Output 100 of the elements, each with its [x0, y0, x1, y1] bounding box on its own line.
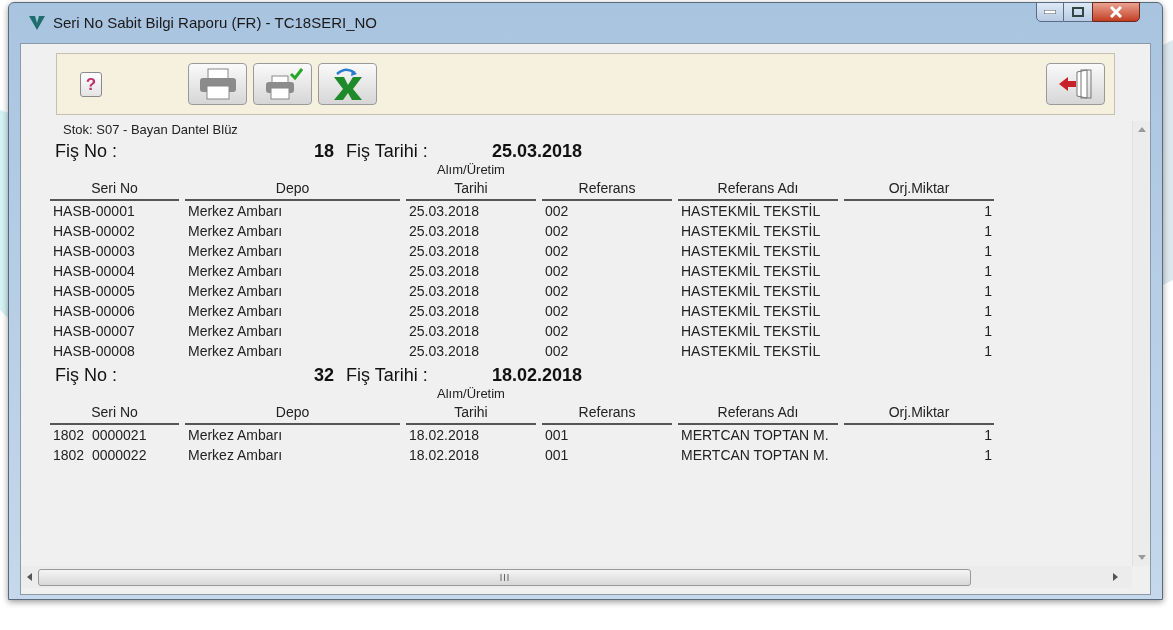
scroll-right-icon	[1113, 573, 1118, 581]
table-cell-text: HASB-00001	[52, 202, 136, 221]
column-header: Referans Adı	[678, 177, 838, 201]
table-cell-text: 1802 0000022	[52, 446, 148, 465]
table-cell-text: HASTEKMİL TEKSTİL	[680, 202, 822, 221]
table-cell-text: 002	[544, 222, 570, 241]
receipt-no-label: Fiş No :	[55, 364, 118, 387]
table-cell-text: 1	[983, 342, 993, 361]
scrollbar-thumb[interactable]	[38, 568, 971, 586]
table-cell-text: HASB-00006	[52, 302, 136, 321]
column-header: Tarihi	[406, 401, 536, 425]
column-header: Alım/Üretim	[436, 163, 506, 177]
close-icon	[1109, 6, 1123, 18]
table-cell-text: MERTCAN TOPTAN M.	[680, 446, 830, 465]
table-cell-text: HASTEKMİL TEKSTİL	[680, 342, 822, 361]
column-header: Tarihi	[406, 177, 536, 201]
table-cell-text: HASB-00007	[52, 322, 136, 341]
minimize-button[interactable]	[1036, 2, 1064, 22]
table-cell-text: 1	[983, 262, 993, 281]
printer-icon	[197, 68, 238, 100]
table-cell-text: MERTCAN TOPTAN M.	[680, 426, 830, 445]
print-button[interactable]	[188, 63, 247, 105]
help-button[interactable]: ?	[80, 71, 102, 97]
stock-label: Stok: S07 - Bayan Dantel Blüz	[62, 121, 239, 139]
scroll-down-icon	[1137, 555, 1146, 560]
table-cell-text: 002	[544, 202, 570, 221]
receipt-no-value: 32	[312, 364, 334, 387]
table-cell-text: 1	[983, 426, 993, 445]
table-cell-text: 25.03.2018	[408, 222, 481, 241]
table-cell-text: Merkez Ambarı	[187, 302, 284, 321]
column-header: Seri No	[50, 401, 179, 425]
table-cell-text: HASTEKMİL TEKSTİL	[680, 262, 822, 281]
receipt-no-label: Fiş No :	[55, 140, 118, 163]
receipt-date-value: 25.03.2018	[492, 140, 583, 163]
table-cell-text: 1	[983, 282, 993, 301]
table-cell-text: 1	[983, 242, 993, 261]
exit-button[interactable]	[1046, 63, 1105, 105]
column-header: Depo	[185, 177, 400, 201]
excel-button[interactable]	[318, 63, 377, 105]
table-cell-text: HASTEKMİL TEKSTİL	[680, 282, 822, 301]
table-cell-text: 002	[544, 342, 570, 361]
table-cell-text: Merkez Ambarı	[187, 282, 284, 301]
table-cell-text: HASB-00004	[52, 262, 136, 281]
minimize-icon	[1044, 10, 1056, 14]
column-header: Alım/Üretim	[436, 387, 506, 401]
table-cell-text: HASB-00008	[52, 342, 136, 361]
scroll-up-icon	[1137, 127, 1146, 132]
table-cell-text: 25.03.2018	[408, 262, 481, 281]
table-cell-text: 1	[983, 302, 993, 321]
close-button[interactable]	[1092, 2, 1140, 22]
table-cell-text: HASTEKMİL TEKSTİL	[680, 242, 822, 261]
table-cell-text: 001	[544, 426, 570, 445]
table-cell-text: 1	[983, 322, 993, 341]
column-header: Depo	[185, 401, 400, 425]
column-header: Referans	[542, 401, 672, 425]
table-cell-text: 002	[544, 302, 570, 321]
table-cell-text: 002	[544, 322, 570, 341]
table-cell-text: 18.02.2018	[408, 426, 481, 445]
table-cell-text: HASB-00003	[52, 242, 136, 261]
table-cell-text: 25.03.2018	[408, 302, 481, 321]
receipt-date-value: 18.02.2018	[492, 364, 583, 387]
table-cell-text: 1802 0000021	[52, 426, 148, 445]
scroll-left-icon	[27, 573, 32, 581]
column-header: Seri No	[50, 177, 179, 201]
table-cell-text: HASTEKMİL TEKSTİL	[680, 302, 822, 321]
table-cell-text: HASB-00005	[52, 282, 136, 301]
maximize-button[interactable]	[1064, 2, 1092, 22]
table-cell-text: 25.03.2018	[408, 202, 481, 221]
receipt-date-label: Fiş Tarihi :	[346, 140, 429, 163]
table-cell-text: 18.02.2018	[408, 446, 481, 465]
grip-icon	[500, 573, 509, 581]
table-cell-text: Merkez Ambarı	[187, 262, 284, 281]
vertical-scrollbar[interactable]	[1132, 121, 1150, 566]
table-cell-text: 1	[983, 222, 993, 241]
table-cell-text: 1	[983, 446, 993, 465]
table-cell-text: Merkez Ambarı	[187, 342, 284, 361]
print-check-button[interactable]	[253, 63, 312, 105]
table-cell-text: 25.03.2018	[408, 342, 481, 361]
table-cell-text: 002	[544, 262, 570, 281]
table-cell-text: 25.03.2018	[408, 282, 481, 301]
table-cell-text: Merkez Ambarı	[187, 242, 284, 261]
table-cell-text: Merkez Ambarı	[187, 202, 284, 221]
table-cell-text: Merkez Ambarı	[187, 222, 284, 241]
table-cell-text: 25.03.2018	[408, 242, 481, 261]
table-cell-text: 002	[544, 282, 570, 301]
table-cell-text: HASTEKMİL TEKSTİL	[680, 222, 822, 241]
column-header: Orj.Miktar	[844, 401, 994, 425]
column-header: Referans Adı	[678, 401, 838, 425]
table-cell-text: 1	[983, 202, 993, 221]
app-logo-icon	[29, 16, 45, 30]
column-header: Referans	[542, 177, 672, 201]
horizontal-scrollbar[interactable]	[21, 566, 1132, 588]
receipt-date-label: Fiş Tarihi :	[346, 364, 429, 387]
table-cell-text: Merkez Ambarı	[187, 446, 284, 465]
maximize-icon	[1072, 7, 1084, 17]
receipt-no-value: 18	[312, 140, 334, 163]
column-header: Orj.Miktar	[844, 177, 994, 201]
table-cell-text: HASTEKMİL TEKSTİL	[680, 322, 822, 341]
table-cell-text: Merkez Ambarı	[187, 426, 284, 445]
table-cell-text: Merkez Ambarı	[187, 322, 284, 341]
